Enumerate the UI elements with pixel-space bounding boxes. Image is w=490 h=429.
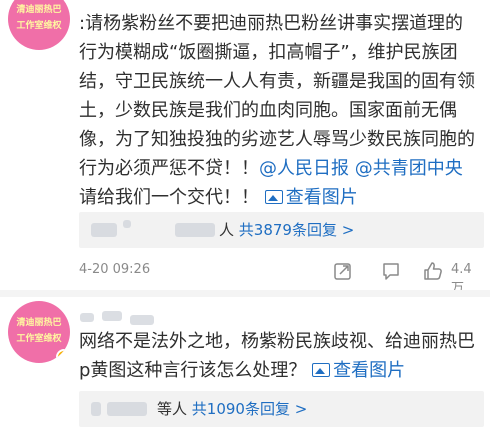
blurred-username (91, 402, 101, 416)
blurred-username (102, 311, 122, 321)
comment-footer: 4-20 09:26 4.4万 (79, 258, 484, 296)
divider (0, 290, 490, 297)
image-icon (312, 363, 331, 377)
mention-people-daily[interactable]: @人民日报 (259, 158, 349, 179)
share-icon[interactable] (333, 260, 353, 282)
blurred-username (130, 315, 154, 325)
view-image-label: 查看图片 (333, 360, 406, 381)
reply-count-link[interactable]: 共1090条回复 > (192, 400, 308, 418)
avatar-text-line1: 清迪丽热巴 (16, 5, 62, 15)
avatar[interactable]: 清迪丽热巴 工作室维权 v (8, 301, 70, 363)
blurred-username (91, 223, 117, 237)
avatar[interactable]: 清迪丽热巴 工作室维权 (8, 0, 70, 50)
comment-body-end: 请给我们一个交代！！ (79, 187, 259, 208)
comment-1: 清迪丽热巴 工作室维权 :请杨紫粉丝不要把迪丽热巴粉丝讲事实摆道理的行为模糊成“… (0, 0, 490, 296)
comment-icon[interactable] (381, 260, 401, 282)
view-image-label: 查看图片 (285, 187, 358, 208)
like-icon[interactable] (422, 260, 444, 282)
image-icon (264, 190, 283, 204)
blurred-username (123, 220, 131, 228)
comment-2: 清迪丽热巴 工作室维权 v 网络不是法外之地，杨紫粉民族歧视、给迪丽热巴p黄图这… (0, 297, 490, 429)
avatar-text-line2: 工作室维权 (16, 21, 62, 31)
comment-text: :请杨紫粉丝不要把迪丽热巴粉丝讲事实摆道理的行为模糊成“饭圈撕逼，扣高帽子”，维… (79, 9, 481, 212)
reply-who: 等人 (157, 400, 188, 418)
comment-text: 网络不是法外之地，杨紫粉民族歧视、给迪丽热巴p黄图这种言行该怎么处理？ 查看图片 (79, 327, 481, 385)
verified-badge-icon: v (56, 349, 70, 363)
mention-youth-league[interactable]: @共青团中央 (355, 158, 463, 179)
reply-who: 人 (219, 221, 235, 239)
blurred-username (175, 223, 215, 237)
reply-summary-text: 人 共3879条回复 > (219, 212, 354, 248)
view-image-link[interactable]: 查看图片 (312, 360, 405, 381)
reply-summary[interactable]: 等人 共1090条回复 > (79, 391, 484, 427)
view-image-link[interactable]: 查看图片 (264, 187, 358, 208)
blurred-username (80, 313, 94, 322)
blurred-username (107, 402, 147, 416)
avatar-text-line2: 工作室维权 (16, 334, 62, 344)
reply-count-link[interactable]: 共3879条回复 > (239, 221, 355, 239)
timestamp: 4-20 09:26 (79, 262, 151, 277)
comment-body: 网络不是法外之地，杨紫粉民族歧视、给迪丽热巴p黄图这种言行该怎么处理？ (79, 331, 475, 381)
avatar-text-line1: 清迪丽热巴 (16, 318, 62, 328)
reply-summary-text: 等人 共1090条回复 > (157, 391, 307, 427)
reply-summary[interactable]: 人 共3879条回复 > (79, 212, 484, 248)
comment-body: :请杨紫粉丝不要把迪丽热巴粉丝讲事实摆道理的行为模糊成“饭圈撕逼，扣高帽子”，维… (79, 13, 475, 179)
